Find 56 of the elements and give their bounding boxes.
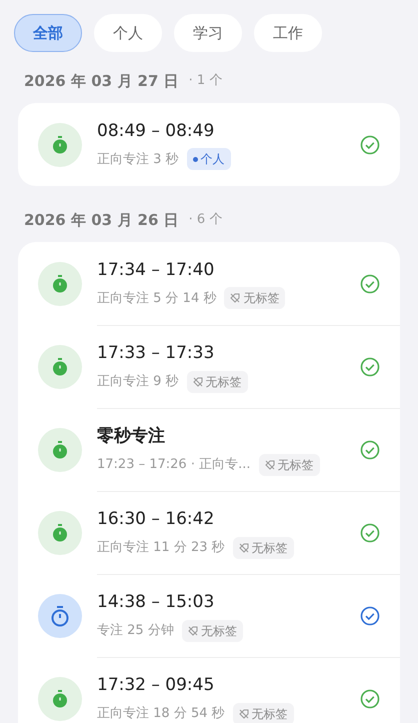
session-title: 17:34 – 17:40 (97, 258, 216, 282)
stopwatch-icon (38, 510, 82, 554)
stopwatch-icon (38, 428, 82, 472)
tag-off-icon (238, 708, 249, 719)
session-row[interactable]: 16:30 – 16:42 正向专注 11 分 23 秒 无标签 (38, 491, 400, 574)
stopwatch-icon (38, 122, 82, 166)
session-title: 17:33 – 17:33 (97, 342, 216, 366)
session-detail: 专注 25 分钟 (97, 622, 174, 640)
session-title: 零秒专注 (97, 425, 166, 448)
session-count: · 6 个 (188, 211, 222, 230)
tag-text: 无标签 (278, 456, 314, 474)
filter-tab[interactable]: 学习 (174, 14, 242, 52)
date-heading: 2026 年 03 月 27 日 (24, 70, 179, 92)
tag-text: 无标签 (206, 374, 242, 391)
session-detail: 正向专注 3 秒 (97, 150, 179, 168)
session-title: 16:30 – 16:42 (97, 508, 216, 532)
session-detail: 正向专注 9 秒 (97, 373, 179, 391)
tag-off-icon (192, 376, 203, 387)
stopwatch-icon (38, 594, 82, 638)
check-circle-icon (360, 440, 380, 460)
filter-tab[interactable]: 全部 (14, 14, 82, 52)
tag-off-icon (188, 626, 198, 636)
session-detail: 17:23 – 17:26 · 正向专... (97, 456, 250, 474)
tag-off-icon (230, 293, 240, 304)
check-circle-icon (360, 274, 380, 294)
check-circle-icon (360, 134, 380, 154)
session-row[interactable]: 14:38 – 15:03 专注 25 分钟 无标签 (38, 574, 400, 657)
session-row[interactable]: 17:32 – 09:45 正向专注 18 分 54 秒 无标签 (38, 657, 400, 723)
session-detail: 正向专注 11 分 23 秒 (97, 539, 225, 557)
tag-off-icon (264, 460, 274, 470)
session-count: · 1 个 (188, 72, 222, 90)
tag-text: 无标签 (243, 290, 280, 308)
stopwatch-icon (38, 262, 82, 306)
tag-text: 个人 (200, 151, 225, 168)
session-title: 08:49 – 08:49 (97, 120, 216, 143)
session-row[interactable]: 零秒专注 17:23 – 17:26 · 正向专... 无标签 (38, 408, 400, 491)
stopwatch-icon (38, 344, 82, 388)
check-circle-icon (360, 523, 380, 543)
session-detail: 正向专注 18 分 54 秒 (97, 705, 225, 723)
session-row[interactable]: 17:34 – 17:40 正向专注 5 分 14 秒 无标签 (38, 242, 400, 325)
session-row[interactable]: 17:33 – 17:33 正向专注 9 秒 无标签 (38, 325, 400, 408)
date-heading: 2026 年 03 月 26 日 (24, 210, 179, 231)
session-row[interactable]: 08:49 – 08:49 正向专注 3 秒 个人 (38, 103, 400, 186)
check-circle-icon (360, 689, 380, 709)
check-circle-icon (360, 606, 380, 626)
session-detail: 正向专注 5 分 14 秒 (97, 290, 216, 308)
filter-tab[interactable]: 工作 (254, 14, 322, 52)
session-title: 17:32 – 09:45 (97, 674, 216, 698)
tag-text: 无标签 (252, 540, 288, 557)
check-circle-icon (360, 357, 380, 377)
filter-tab[interactable]: 个人 (94, 14, 162, 52)
tag-off-icon (238, 542, 249, 553)
tag-text: 无标签 (200, 622, 237, 640)
stopwatch-icon (38, 676, 82, 720)
session-title: 14:38 – 15:03 (97, 591, 216, 614)
tag-text: 无标签 (252, 706, 288, 723)
